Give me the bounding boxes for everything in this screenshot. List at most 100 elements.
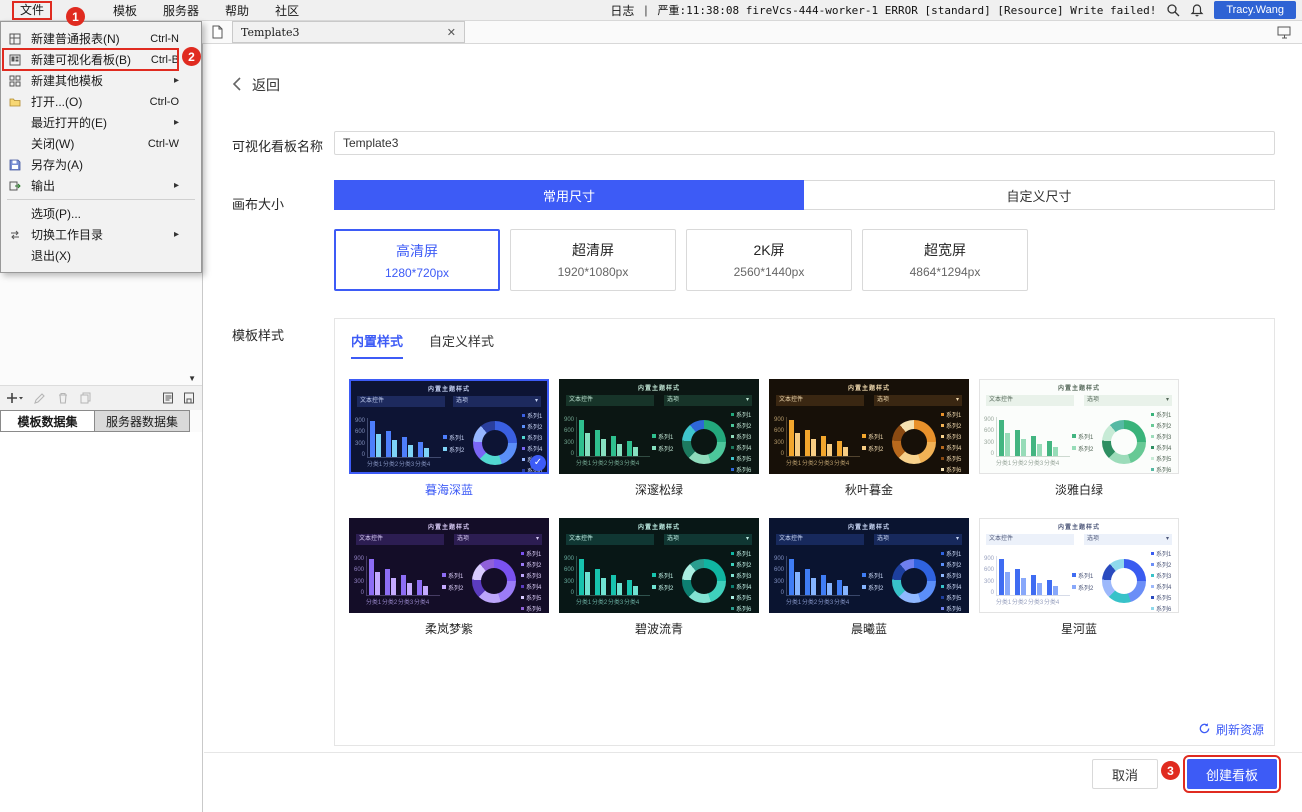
mini-text-widget: 文本控件 (356, 534, 444, 545)
mini-select-widget: 选项▾ (874, 534, 962, 545)
size-card-uhd[interactable]: 超清屏 1920*1080px (510, 229, 676, 291)
new-template-icon[interactable] (210, 25, 224, 39)
mini-title: 内置主题样式 (770, 380, 968, 392)
mini-select-widget: 选项▾ (664, 395, 752, 406)
add-dataset-icon[interactable] (7, 392, 23, 404)
tab-custom-styles[interactable]: 自定义样式 (429, 331, 494, 359)
size-card-hd[interactable]: 高清屏 1280*720px (334, 229, 500, 291)
tab-server-dataset[interactable]: 服务器数据集 (95, 410, 190, 432)
cancel-button[interactable]: 取消 (1092, 759, 1158, 789)
theme-option-6[interactable]: 内置主题样式 文本控件 选项▾ 9006003000 (559, 518, 759, 635)
size-card-title: 高清屏 (336, 241, 498, 261)
refresh-resources-button[interactable]: 刷新资源 (1198, 721, 1264, 738)
size-card-resolution: 1280*720px (336, 266, 498, 280)
page-setup-icon[interactable] (183, 392, 195, 404)
theme-thumbnail[interactable]: 内置主题样式 文本控件 选项▾ 9006003000 (349, 518, 549, 613)
annotation-badge-1: 1 (66, 7, 85, 26)
theme-option-3[interactable]: 内置主题样式 文本控件 选项▾ 9006003000 (769, 379, 969, 496)
mini-bar-chart: 9006003000 分类1分类2分类3分类4 (984, 556, 1070, 606)
chevron-down-icon: ▾ (536, 534, 539, 545)
common-size-option[interactable]: 常用尺寸 (334, 180, 804, 210)
mini-donut-legend: 系列1 系列2 系列3 系列4 系列5 系列6 (731, 549, 751, 613)
file-menu-item-4[interactable]: 最近打开的(E) ▸ (1, 112, 201, 133)
theme-thumbnail[interactable]: 内置主题样式 文本控件 选项▾ 9006003000 (349, 379, 549, 474)
theme-thumbnail[interactable]: 内置主题样式 文本控件 选项▾ 9006003000 (979, 518, 1179, 613)
menu-help[interactable]: 帮助 (212, 2, 262, 19)
user-chip[interactable]: Tracy.Wang (1214, 1, 1296, 19)
menu-server[interactable]: 服务器 (150, 2, 212, 19)
size-card-resolution: 4864*1294px (863, 265, 1027, 279)
file-menu-item-7[interactable]: 输出 ▸ (1, 175, 201, 196)
size-card-2k[interactable]: 2K屏 2560*1440px (686, 229, 852, 291)
mini-donut-chart (1102, 420, 1146, 464)
theme-name-label: 碧波流青 (559, 620, 759, 635)
file-menu-item-10[interactable]: 切换工作目录 ▸ (1, 224, 201, 245)
mini-bar-chart: 9006003000 分类1分类2分类3分类4 (354, 556, 440, 606)
mini-select-widget: 选项▾ (664, 534, 752, 545)
theme-option-1[interactable]: 内置主题样式 文本控件 选项▾ 9006003000 (349, 379, 549, 496)
theme-option-5[interactable]: 内置主题样式 文本控件 选项▾ 9006003000 (349, 518, 549, 635)
mini-bar-chart: 9006003000 分类1分类2分类3分类4 (564, 556, 650, 606)
file-menu-item-1[interactable]: 新建可视化看板(B) Ctrl-B (1, 49, 201, 70)
size-card-resolution: 2560*1440px (687, 265, 851, 279)
log-label[interactable]: 日志 (610, 2, 634, 19)
theme-name-label: 柔岚梦紫 (349, 620, 549, 635)
template-style-label: 模板样式 (232, 325, 284, 344)
size-card-ultrawide[interactable]: 超宽屏 4864*1294px (862, 229, 1028, 291)
theme-thumbnail[interactable]: 内置主题样式 文本控件 选项▾ 9006003000 (559, 379, 759, 474)
tab-title: Template3 (241, 26, 447, 39)
mini-bar-chart: 9006003000 分类1分类2分类3分类4 (564, 417, 650, 467)
copy-icon[interactable] (80, 392, 92, 404)
menubar-items: 文件 模板 服务器 帮助 社区 (0, 1, 312, 20)
theme-option-8[interactable]: 内置主题样式 文本控件 选项▾ 9006003000 (979, 518, 1179, 635)
dataset-tabs: 模板数据集 服务器数据集 (0, 410, 190, 432)
main-content: 返回 可视化看板名称 画布大小 常用尺寸 自定义尺寸 高清屏 1280*720p… (204, 44, 1302, 812)
search-icon[interactable] (1166, 3, 1180, 17)
file-menu-item-3[interactable]: 打开...(O) Ctrl-O (1, 91, 201, 112)
delete-icon[interactable] (57, 392, 69, 404)
preview-doc-icon[interactable] (162, 392, 174, 404)
edit-icon[interactable] (34, 392, 46, 404)
switch-dir-icon (9, 229, 25, 241)
menu-template[interactable]: 模板 (100, 2, 150, 19)
mini-title: 内置主题样式 (980, 519, 1178, 531)
export-icon (9, 180, 25, 192)
theme-thumbnail[interactable]: 内置主题样式 文本控件 选项▾ 9006003000 (559, 518, 759, 613)
tab-template-dataset[interactable]: 模板数据集 (0, 410, 95, 432)
mini-bar-legend: 系列1 系列2 (1072, 571, 1098, 592)
file-menu-item-11[interactable]: 退出(X) (1, 245, 201, 266)
file-menu-item-6[interactable]: 另存为(A) (1, 154, 201, 175)
theme-thumbnail[interactable]: 内置主题样式 文本控件 选项▾ 9006003000 (769, 518, 969, 613)
mini-donut-chart (1102, 559, 1146, 603)
dashboard-name-input[interactable] (334, 131, 1275, 155)
mini-select-widget: 选项▾ (1084, 534, 1172, 545)
collapse-panel-icon[interactable]: ▼ (188, 374, 196, 383)
mini-title: 内置主题样式 (560, 380, 758, 392)
file-menu-item-5[interactable]: 关闭(W) Ctrl-W (1, 133, 201, 154)
size-card-title: 2K屏 (687, 240, 851, 260)
theme-option-4[interactable]: 内置主题样式 文本控件 选项▾ 9006003000 (979, 379, 1179, 496)
back-button[interactable]: 返回 (232, 75, 280, 95)
submenu-arrow-icon: ▸ (174, 180, 179, 191)
create-dashboard-button[interactable]: 创建看板 (1187, 759, 1277, 789)
notification-icon[interactable] (1190, 3, 1204, 17)
close-tab-icon[interactable]: ✕ (447, 26, 456, 39)
file-menu-item-0[interactable]: 新建普通报表(N) Ctrl-N (1, 28, 201, 49)
new-report-icon (9, 33, 25, 45)
custom-size-option[interactable]: 自定义尺寸 (804, 180, 1275, 210)
theme-thumbnail[interactable]: 内置主题样式 文本控件 选项▾ 9006003000 (979, 379, 1179, 474)
mini-text-widget: 文本控件 (776, 534, 864, 545)
preview-toggle-icon[interactable] (1277, 25, 1292, 39)
theme-option-7[interactable]: 内置主题样式 文本控件 选项▾ 9006003000 (769, 518, 969, 635)
theme-thumbnail[interactable]: 内置主题样式 文本控件 选项▾ 9006003000 (769, 379, 969, 474)
tab-builtin-styles[interactable]: 内置样式 (351, 331, 403, 359)
menu-community[interactable]: 社区 (262, 2, 312, 19)
file-menu-item-2[interactable]: 新建其他模板 ▸ (1, 70, 201, 91)
tab-template3[interactable]: Template3 ✕ (232, 21, 465, 43)
mini-select-widget: 选项▾ (1084, 395, 1172, 406)
mini-select-widget: 选项▾ (874, 395, 962, 406)
menu-file[interactable]: 文件 (12, 1, 52, 20)
theme-option-2[interactable]: 内置主题样式 文本控件 选项▾ 9006003000 (559, 379, 759, 496)
file-menu-item-9[interactable]: 选项(P)... (1, 203, 201, 224)
refresh-label: 刷新资源 (1216, 721, 1264, 738)
